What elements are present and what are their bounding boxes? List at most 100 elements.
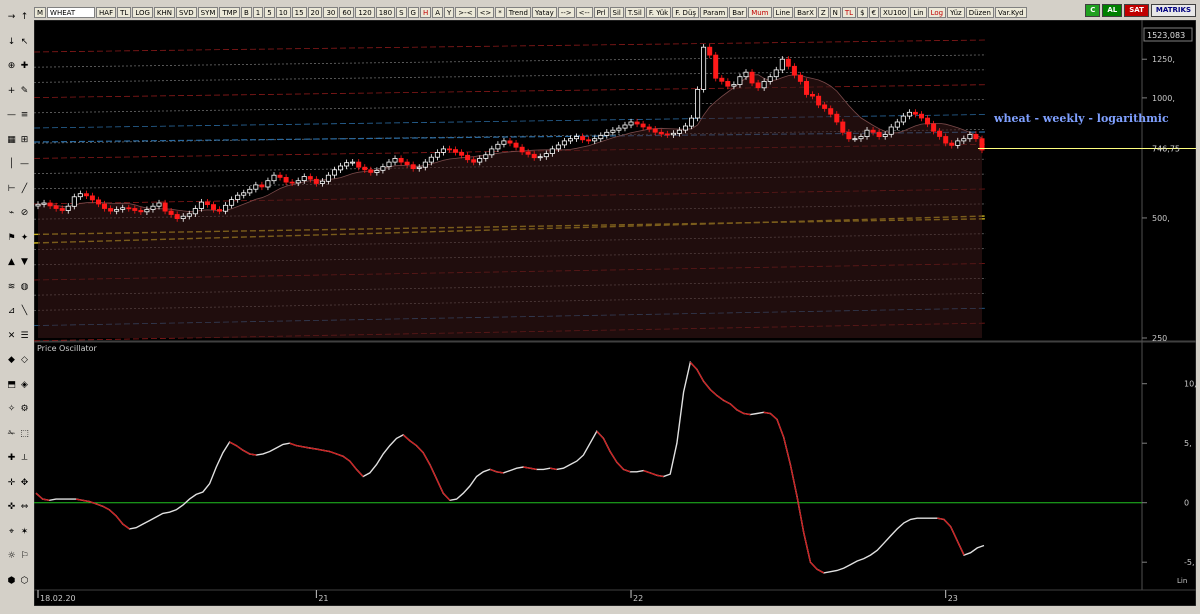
box-icon[interactable]: ⬚ [19, 429, 30, 440]
up-arrow-icon[interactable]: ▲ [6, 257, 17, 268]
vline-icon[interactable]: │ [6, 159, 17, 170]
hex-outline-icon[interactable]: ⬡ [19, 576, 30, 587]
diamond-icon[interactable]: ◆ [6, 355, 17, 366]
toolbar-item-10[interactable]: 10 [275, 6, 291, 18]
toolbar-item-y[interactable]: Y [444, 6, 455, 18]
hex-icon[interactable]: ⬢ [6, 576, 17, 587]
wave-icon[interactable]: ⌁ [6, 208, 17, 219]
add-icon[interactable]: + [6, 86, 17, 97]
toolbar-item-z[interactable]: Z [817, 6, 829, 18]
grid-icon[interactable]: ▦ [6, 135, 17, 146]
table-icon[interactable]: ⊞ [19, 135, 30, 146]
toolbar-item-mum[interactable]: Mum [748, 6, 772, 18]
toolbar-item-sil[interactable]: Sil [609, 6, 624, 18]
diamond-outline-icon[interactable]: ◇ [19, 355, 30, 366]
toolbar-item-h[interactable]: H [419, 6, 432, 18]
toolbar-item-60[interactable]: 60 [339, 6, 355, 18]
fill-icon[interactable]: ⬒ [6, 380, 17, 391]
menu-icon[interactable]: ☰ [19, 331, 30, 342]
toolbar-item-barx[interactable]: BarX [794, 6, 817, 18]
arrow-right-icon[interactable]: → [6, 12, 17, 23]
toolbar-item-line[interactable]: Line [772, 6, 794, 18]
buy-button[interactable]: AL [1102, 4, 1123, 17]
toolbar-item-bar[interactable]: Bar [729, 6, 748, 18]
arrow-down-icon[interactable]: ↓ [6, 37, 17, 48]
position-icon[interactable]: ⌖ [6, 527, 17, 538]
arrow-up-icon[interactable]: ↑ [19, 12, 30, 23]
ray-icon[interactable]: ⊢ [6, 184, 17, 195]
toolbar-item-star[interactable]: * [495, 6, 505, 18]
settings-icon[interactable]: ⚙ [19, 404, 30, 415]
toolbar-item-30[interactable]: 30 [323, 6, 339, 18]
toolbar-item-log[interactable]: LOG [132, 6, 153, 18]
line-icon[interactable]: — [6, 110, 17, 121]
flag-icon[interactable]: ⚑ [6, 233, 17, 244]
toolbar-item-tl[interactable]: TL [117, 6, 132, 18]
chart-area[interactable]: 746,75 250 500, 1000, 1250, 1523,083 -5, 0 5, 10,… [33, 19, 1197, 607]
erase-icon[interactable]: ⊘ [19, 208, 30, 219]
marker-icon[interactable]: ⚐ [19, 551, 30, 562]
toolbar-item-180[interactable]: 180 [375, 6, 396, 18]
c-button[interactable]: C [1085, 4, 1101, 17]
toolbar-item-g[interactable]: G [407, 6, 419, 18]
toolbar-item-sym[interactable]: SYM [197, 6, 219, 18]
toolbar-item-fdus[interactable]: F. Düş [672, 6, 700, 18]
toolbar-item-log-scale[interactable]: Log [927, 6, 947, 18]
plus-icon[interactable]: ✚ [19, 61, 30, 72]
toolbar-item-yatay[interactable]: Yatay [531, 6, 557, 18]
toolbar-item-1[interactable]: 1 [252, 6, 264, 18]
toolbar-item-120[interactable]: 120 [355, 6, 375, 18]
sell-button[interactable]: SAT [1124, 4, 1149, 17]
pencil-icon[interactable]: ✎ [19, 86, 30, 97]
toolbar-item-svd[interactable]: SVD [176, 6, 197, 18]
toolbar-item-15[interactable]: 15 [291, 6, 307, 18]
triangle-icon[interactable]: ⊿ [6, 306, 17, 317]
cross2-icon[interactable]: ✛ [6, 478, 17, 489]
sparkle-icon[interactable]: ✧ [6, 404, 17, 415]
toolbar-item-lin[interactable]: Lin [910, 6, 927, 18]
cross4-icon[interactable]: ✜ [6, 502, 17, 513]
delete-icon[interactable]: ✕ [6, 331, 17, 342]
toolbar-item-duzen[interactable]: Düzen [965, 6, 994, 18]
circle-icon[interactable]: ◍ [19, 282, 30, 293]
perpendicular-icon[interactable]: ⟂ [19, 453, 30, 464]
toolbar-item-prl[interactable]: Prl [593, 6, 609, 18]
toolbar-item-trend[interactable]: Trend [505, 6, 531, 18]
cross3-icon[interactable]: ✥ [19, 478, 30, 489]
toolbar-item-zoom[interactable]: >-< [455, 6, 476, 18]
hline-icon[interactable]: — [19, 159, 30, 170]
toolbar-item-eur[interactable]: € [868, 6, 880, 18]
toolbar-item-param[interactable]: Param [700, 6, 729, 18]
toolbar-item-a[interactable]: A [432, 6, 444, 18]
symbol-input[interactable]: WHEAT [47, 6, 96, 18]
toolbar-item-b[interactable]: B [240, 6, 252, 18]
toolbar-item-currency-tl[interactable]: TL [841, 6, 857, 18]
toolbar-item-khn[interactable]: KHN [153, 6, 176, 18]
star-icon[interactable]: ✦ [19, 233, 30, 244]
cursor-icon[interactable]: ↖ [19, 37, 30, 48]
toolbar-item-fit[interactable]: <> [476, 6, 495, 18]
diagonal-icon[interactable]: ╲ [19, 306, 30, 317]
toolbar-item-tsil[interactable]: T.Sil [624, 6, 645, 18]
trendline-icon[interactable]: ╱ [19, 184, 30, 195]
sun-icon[interactable]: ✶ [19, 527, 30, 538]
toolbar-item-usd[interactable]: $ [857, 6, 868, 18]
toolbar-item-5[interactable]: 5 [264, 6, 275, 18]
toolbar-item-tmp[interactable]: TMP [219, 6, 240, 18]
toolbar-item-varkyd[interactable]: Var.Kyd [994, 6, 1027, 18]
resize-icon[interactable]: ⇔ [19, 502, 30, 513]
toolbar-item-arrow-left[interactable]: <-- [575, 6, 593, 18]
toolbar-item-m[interactable]: M [34, 6, 47, 18]
toolbar-item-fyuk[interactable]: F. Yük [645, 6, 672, 18]
light-icon[interactable]: ☼ [6, 551, 17, 562]
target-icon[interactable]: ◈ [19, 380, 30, 391]
toolbar-item-haf[interactable]: HAF [96, 6, 117, 18]
cut-icon[interactable]: ✁ [6, 429, 17, 440]
toolbar-item-s[interactable]: S [396, 6, 407, 18]
toolbar-item-yuz[interactable]: Yüz [947, 6, 965, 18]
toolbar-item-arrow-right[interactable]: --> [557, 6, 575, 18]
toolbar-item-20[interactable]: 20 [307, 6, 323, 18]
toolbar-item-n[interactable]: N [829, 6, 841, 18]
lines-icon[interactable]: ≡ [19, 110, 30, 121]
down-arrow-icon[interactable]: ▼ [19, 257, 30, 268]
